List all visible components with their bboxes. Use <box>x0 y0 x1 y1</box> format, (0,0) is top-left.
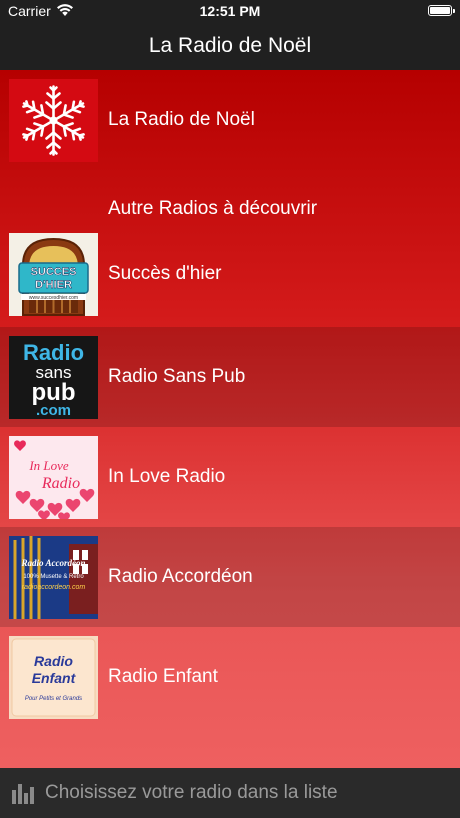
section-title: Autre Radios à découvrir <box>108 198 318 219</box>
logo-text-radio: Radio <box>41 475 80 492</box>
logo-text-line-1: SUCCES <box>31 266 77 278</box>
station-row-radio-sans-pub[interactable]: Radio sans pub .com Radio Sans Pub <box>0 327 460 427</box>
station-name: Succès d'hier <box>108 263 222 284</box>
in-love-radio-logo: In Love Radio <box>9 436 98 519</box>
station-row-radio-enfant[interactable]: Radio Enfant Pour Petits et Grands Radio… <box>0 627 460 727</box>
now-playing-text: Choisissez votre radio dans la liste <box>45 782 338 803</box>
now-playing-bar[interactable]: Choisissez votre radio dans la liste <box>0 768 460 818</box>
succes-dhier-logo: SUCCES D'HIER www.succesdhier.com <box>9 233 98 316</box>
station-row-radio-accordeon[interactable]: Radio Accordéon 100% Musette & Retro rad… <box>0 527 460 627</box>
equalizer-bars-icon <box>11 782 35 809</box>
radio-sans-pub-logo: Radio sans pub .com <box>9 336 98 419</box>
battery-icon <box>428 5 455 16</box>
nav-bar: La Radio de Noël <box>0 22 460 70</box>
station-name: Radio Accordéon <box>108 566 253 587</box>
logo-text-radio: Radio <box>23 340 84 365</box>
logo-text-title: Radio Accordéon <box>21 558 86 568</box>
logo-text-radio: Radio <box>34 653 73 669</box>
snowflake-logo-icon <box>9 79 98 162</box>
logo-text-enfant: Enfant <box>32 670 77 686</box>
station-row-succes-dhier[interactable]: SUCCES D'HIER www.succesdhier.com Succès… <box>0 224 460 324</box>
station-name: In Love Radio <box>108 466 226 487</box>
logo-text-in-love: In Love <box>28 458 69 473</box>
clock: 12:51 PM <box>199 3 261 19</box>
station-row-in-love-radio[interactable]: In Love Radio In Love Radio <box>0 427 460 527</box>
radio-enfant-logo: Radio Enfant Pour Petits et Grands <box>9 636 98 719</box>
page-title: La Radio de Noël <box>148 34 312 57</box>
logo-text-tagline: 100% Musette & Retro <box>23 574 84 580</box>
station-name: Radio Sans Pub <box>108 366 246 387</box>
logo-text-com: .com <box>36 402 71 419</box>
status-bar: Carrier 12:51 PM <box>0 0 460 22</box>
station-list[interactable]: La Radio de Noël Autre Radios à découvri… <box>0 70 460 768</box>
station-name: Radio Enfant <box>108 666 218 687</box>
radio-accordeon-logo: Radio Accordéon 100% Musette & Retro rad… <box>9 536 98 619</box>
station-name: La Radio de Noël <box>108 109 255 130</box>
logo-url: www.succesdhier.com <box>29 295 78 301</box>
logo-text-tagline: Pour Petits et Grands <box>25 696 82 702</box>
logo-text-url: radioaccordeon.com <box>22 584 86 591</box>
main-station-row[interactable]: La Radio de Noël <box>0 70 460 170</box>
logo-text-line-2: D'HIER <box>35 279 72 291</box>
